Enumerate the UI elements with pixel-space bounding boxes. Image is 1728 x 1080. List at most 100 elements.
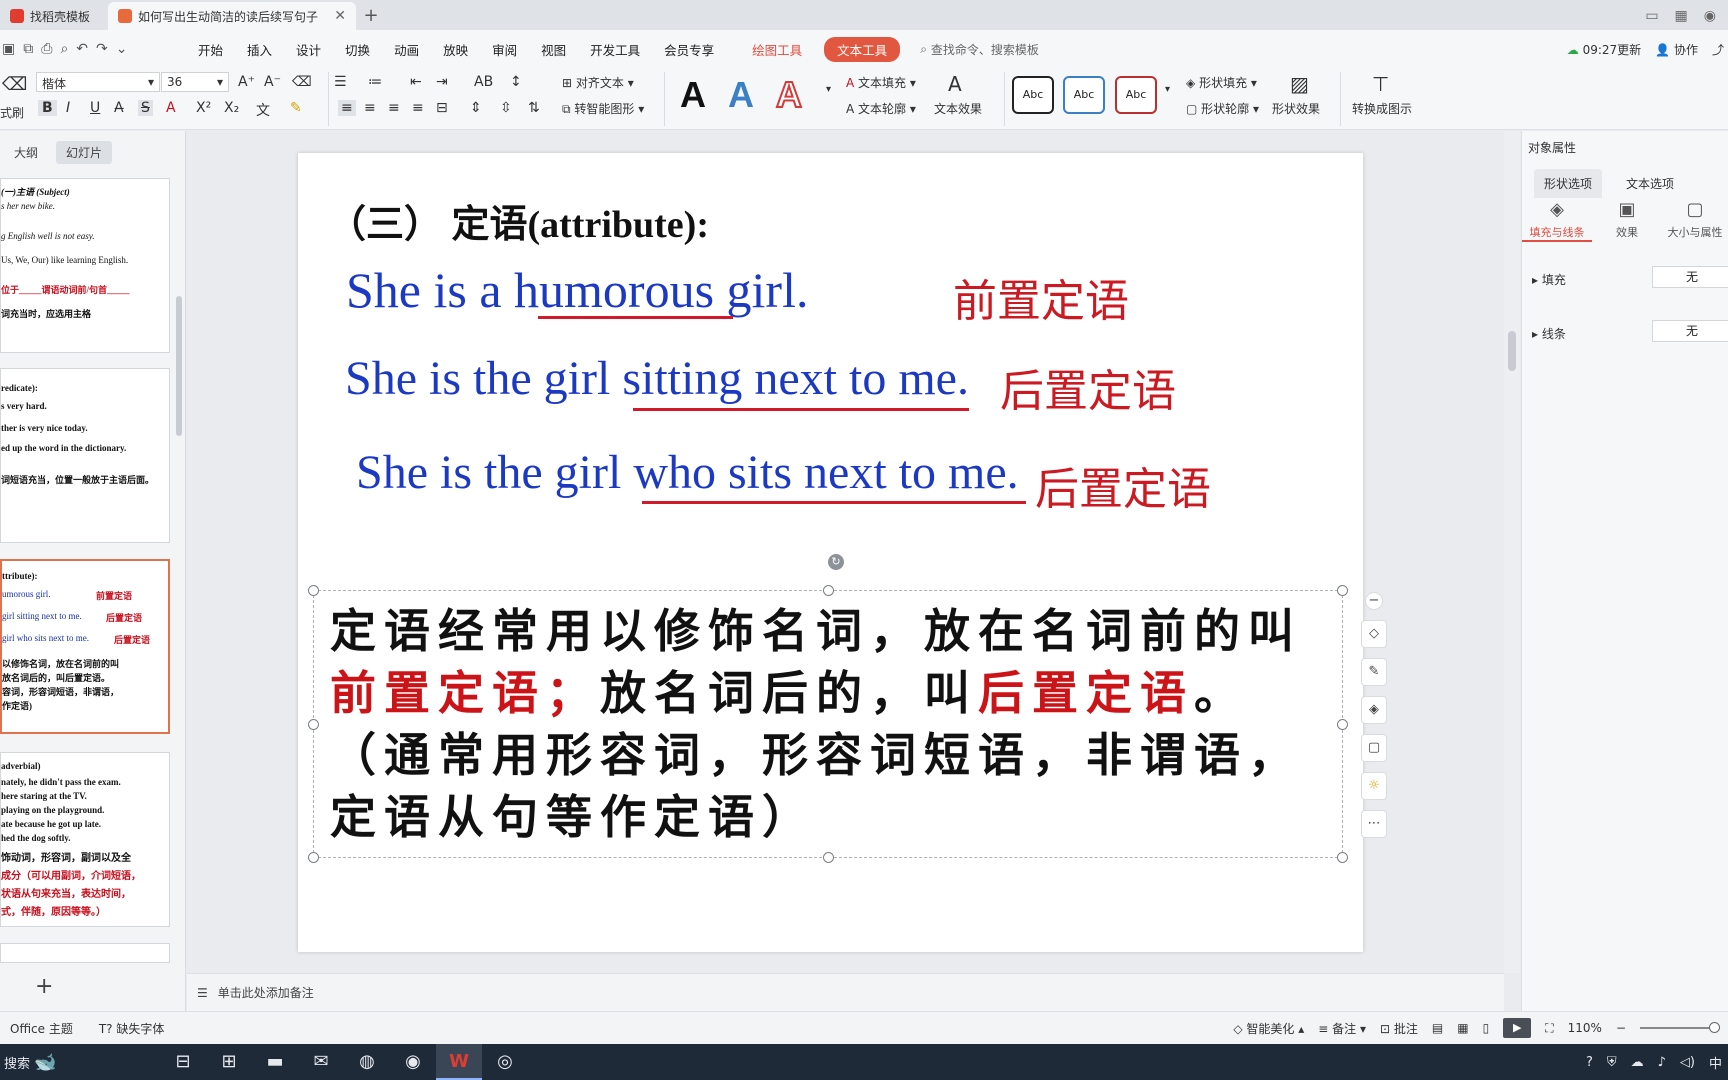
resize-handle[interactable] bbox=[1337, 719, 1348, 730]
text-effect-icon[interactable]: A bbox=[948, 72, 962, 96]
align-center-icon[interactable]: ≡ bbox=[364, 100, 376, 116]
text-fill-button[interactable]: A 文本填充 ▾ bbox=[846, 74, 916, 91]
shape-style-more-icon[interactable]: ▾ bbox=[1165, 84, 1170, 95]
zoom-slider[interactable] bbox=[1640, 1022, 1720, 1033]
clear-format-icon[interactable]: ⌫ bbox=[292, 74, 312, 90]
command-search[interactable]: ⌕ 查找命令、搜索模板 bbox=[920, 41, 1039, 58]
print-icon[interactable]: ⎙ bbox=[41, 41, 52, 57]
theme-name[interactable]: Office 主题 bbox=[10, 1020, 73, 1037]
tab-slides[interactable]: 幻灯片 bbox=[56, 141, 113, 164]
wps-icon[interactable]: W bbox=[436, 1044, 482, 1080]
screen-recorder-icon[interactable]: ◎ bbox=[482, 1044, 528, 1080]
sync-status[interactable]: ☁ 09:27更新 bbox=[1567, 41, 1641, 58]
shape-style-black[interactable]: Abc bbox=[1012, 76, 1054, 114]
shape-effect-label[interactable]: 形状效果 bbox=[1272, 100, 1320, 117]
folder-icon[interactable]: ▬ bbox=[252, 1044, 298, 1080]
sentence-1[interactable]: She is a humorous girl. bbox=[346, 261, 808, 319]
comments-button[interactable]: ⊡ 批注 bbox=[1380, 1020, 1418, 1037]
menu-member[interactable]: 会员专享 bbox=[652, 40, 726, 59]
menu-developer[interactable]: 开发工具 bbox=[578, 40, 652, 59]
resize-handle[interactable] bbox=[823, 852, 834, 863]
fill-section[interactable]: ▸ 填充 bbox=[1532, 271, 1566, 288]
font-name-select[interactable]: 楷体 ▾ bbox=[36, 72, 160, 92]
task-view-icon[interactable]: ⊟ bbox=[160, 1044, 206, 1080]
align-text-button[interactable]: ⊞ 对齐文本 ▾ bbox=[562, 74, 634, 91]
tab-text-options[interactable]: 文本选项 bbox=[1616, 169, 1684, 198]
line-select[interactable]: 无 bbox=[1652, 320, 1728, 342]
subtab-fill-line[interactable]: ◈ 填充与线条 bbox=[1522, 199, 1592, 242]
collapse-icon[interactable]: − bbox=[1365, 592, 1383, 610]
reading-view-icon[interactable]: ▯ bbox=[1483, 1021, 1490, 1035]
panel-title[interactable]: 对象属性 bbox=[1528, 139, 1576, 156]
align-right-icon[interactable]: ≡ bbox=[388, 100, 400, 116]
menu-transition[interactable]: 切换 bbox=[333, 40, 382, 59]
shape-style-red[interactable]: Abc bbox=[1115, 76, 1157, 114]
text-outline-button[interactable]: A 文本轮廓 ▾ bbox=[846, 100, 916, 117]
save-icon[interactable]: ▣ bbox=[2, 41, 15, 57]
frame-icon[interactable]: ▢ bbox=[1361, 734, 1387, 762]
sorter-view-icon[interactable]: ▦ bbox=[1457, 1021, 1468, 1035]
resize-handle[interactable] bbox=[308, 585, 319, 596]
bullet-list-icon[interactable]: ☰ bbox=[334, 74, 347, 90]
zoom-out-icon[interactable]: − bbox=[1616, 1021, 1626, 1035]
label-2[interactable]: 后置定语 bbox=[1000, 355, 1176, 419]
label-1[interactable]: 前置定语 bbox=[953, 265, 1129, 329]
slide-thumbnail-5[interactable] bbox=[0, 943, 170, 963]
menu-home[interactable]: 开始 bbox=[186, 40, 235, 59]
menu-animation[interactable]: 动画 bbox=[382, 40, 431, 59]
play-icon[interactable]: ▶ bbox=[1503, 1018, 1532, 1038]
mail-icon[interactable]: ✉ bbox=[298, 1044, 344, 1080]
line-spacing-icon[interactable]: ⇅ bbox=[528, 100, 540, 116]
menu-review[interactable]: 审阅 bbox=[480, 40, 529, 59]
increase-indent-icon[interactable]: ⇥ bbox=[436, 74, 448, 90]
chrome-icon[interactable]: ◉ bbox=[390, 1044, 436, 1080]
smart-beautify-button[interactable]: ◇ 智能美化 ▴ bbox=[1233, 1020, 1304, 1037]
help-icon[interactable]: ? bbox=[1586, 1055, 1593, 1070]
columns-icon[interactable]: ⇳ bbox=[500, 100, 512, 116]
shape-fill-button[interactable]: ◈ 形状填充 ▾ bbox=[1186, 74, 1257, 91]
export-icon[interactable]: ⧉ bbox=[23, 41, 33, 57]
lightbulb-icon[interactable]: ☼ bbox=[1361, 772, 1387, 800]
convert-diagram-icon[interactable]: ⊤ bbox=[1372, 72, 1389, 96]
shield-icon[interactable]: ⛨ bbox=[1607, 1055, 1617, 1070]
sentence-2[interactable]: She is the girl sitting next to me. bbox=[345, 351, 969, 406]
distribute-icon[interactable]: ⊟ bbox=[436, 100, 448, 116]
layers-icon[interactable]: ◇ bbox=[1361, 620, 1387, 648]
firefox-icon[interactable]: ◍ bbox=[344, 1044, 390, 1080]
collaborate-button[interactable]: 👤 协作 bbox=[1655, 41, 1698, 58]
align-left-icon[interactable]: ≡ bbox=[338, 100, 356, 116]
text-shadow-icon[interactable]: A̶ bbox=[114, 100, 124, 116]
missing-font-button[interactable]: T? 缺失字体 bbox=[99, 1020, 165, 1037]
slide-thumbnail-2[interactable]: redicate): s very hard. ther is very nic… bbox=[0, 368, 170, 543]
subscript-icon[interactable]: X₂ bbox=[224, 100, 239, 116]
new-tab-button[interactable]: + bbox=[356, 2, 386, 30]
menu-insert[interactable]: 插入 bbox=[235, 40, 284, 59]
smart-graphic-button[interactable]: ⧉ 转智能图形 ▾ bbox=[562, 100, 644, 117]
fill-icon[interactable]: ◈ bbox=[1361, 696, 1387, 724]
format-painter-label[interactable]: 式刷 bbox=[0, 104, 24, 121]
strikethrough-icon[interactable]: S bbox=[138, 100, 153, 116]
normal-view-icon[interactable]: ▤ bbox=[1432, 1021, 1443, 1035]
slide-thumbnail-3[interactable]: ttribute): umorous girl. girl sitting ne… bbox=[0, 559, 170, 734]
rotate-handle-icon[interactable]: ↻ bbox=[828, 554, 844, 570]
fit-window-icon[interactable]: ⛶ bbox=[1545, 1021, 1553, 1036]
undo-icon[interactable]: ↶ bbox=[76, 41, 88, 57]
resize-handle[interactable] bbox=[308, 719, 319, 730]
share-icon[interactable]: ⤴ bbox=[1712, 41, 1724, 58]
notes-bar[interactable]: ☰ 单击此处添加备注 bbox=[187, 973, 1504, 1011]
slide-thumbnail-4[interactable]: adverbial) nately, he didn't pass the ex… bbox=[0, 752, 170, 927]
shape-effect-icon[interactable]: ▨ bbox=[1290, 72, 1309, 96]
shrink-font-icon[interactable]: A⁻ bbox=[264, 74, 281, 90]
superscript-icon[interactable]: X² bbox=[196, 100, 211, 116]
tab-shape-options[interactable]: 形状选项 bbox=[1534, 169, 1603, 198]
tab-outline[interactable]: 大纲 bbox=[4, 141, 48, 164]
volume-icon[interactable]: ◁) bbox=[1680, 1055, 1695, 1070]
shape-outline-button[interactable]: ▢ 形状轮廓 ▾ bbox=[1186, 100, 1259, 117]
highlight-icon[interactable]: ✎ bbox=[290, 100, 302, 116]
menu-design[interactable]: 设计 bbox=[284, 40, 333, 59]
tab-template[interactable]: 找稻壳模板 bbox=[0, 2, 108, 30]
dropdown-icon[interactable]: ⌄ bbox=[116, 41, 128, 57]
numbered-list-icon[interactable]: ≔ bbox=[368, 74, 382, 90]
canvas-scrollbar[interactable] bbox=[1504, 131, 1520, 973]
subtab-effect[interactable]: ▣ 效果 bbox=[1592, 199, 1662, 240]
